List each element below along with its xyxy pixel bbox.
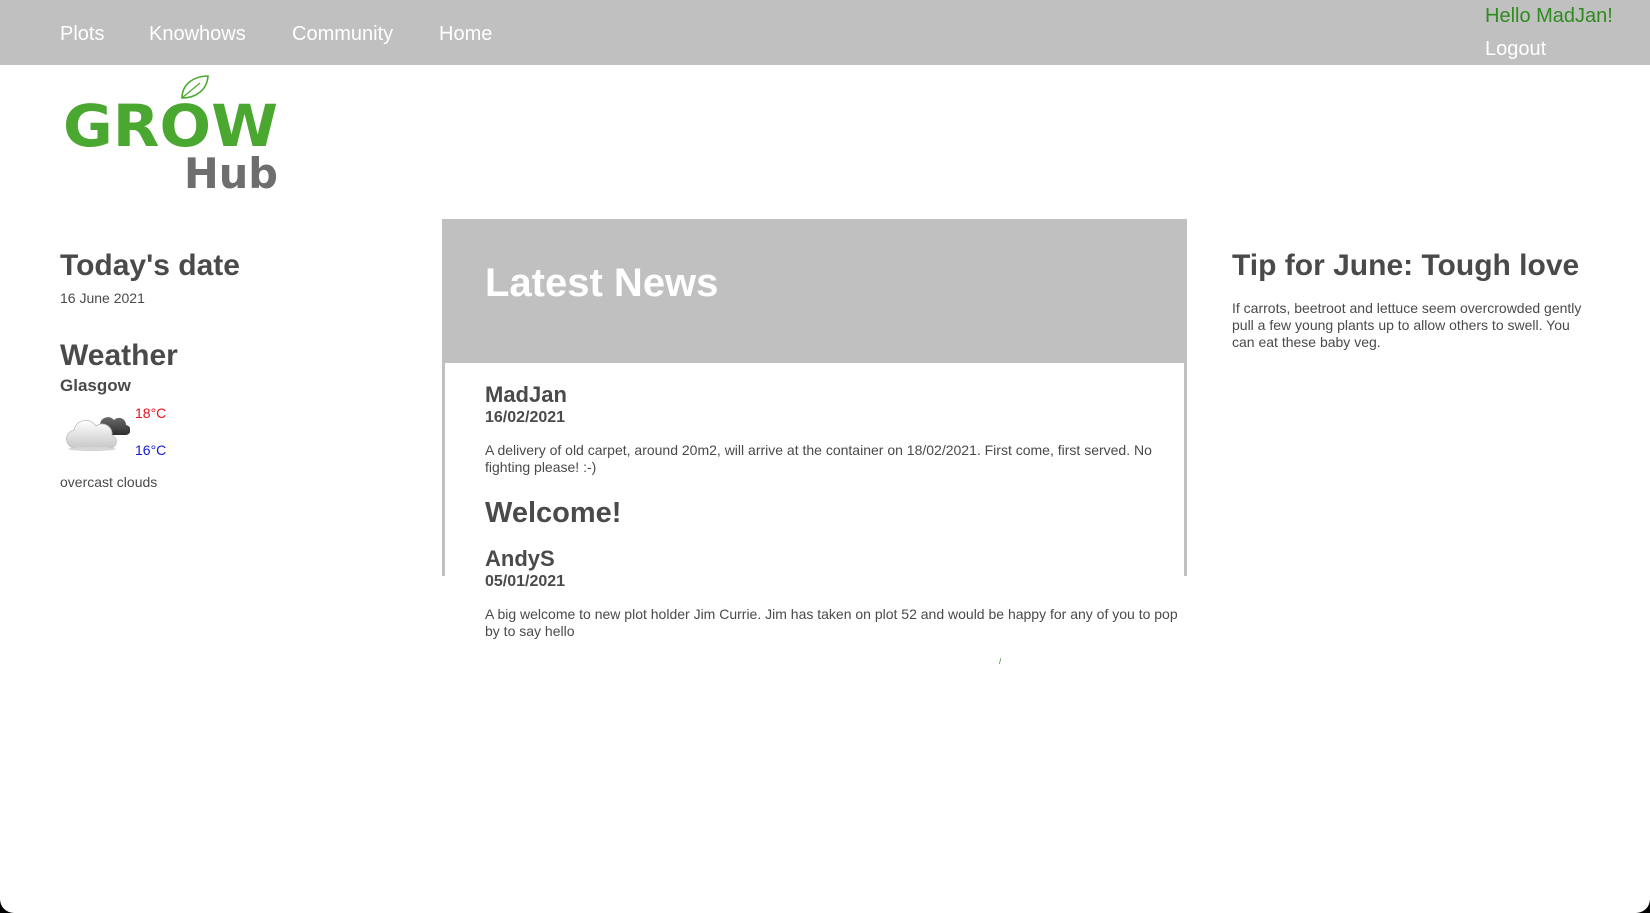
- sidebar: Today's date 16 June 2021 Weather Glasgo…: [60, 248, 390, 490]
- post-author: AndyS: [485, 546, 555, 571]
- post-text: A delivery of old carpet, around 20m2, w…: [485, 442, 1152, 475]
- date-heading: Today's date: [60, 249, 240, 282]
- nav-link-home[interactable]: Home: [439, 23, 492, 46]
- nav-link-plots[interactable]: Plots: [60, 23, 104, 46]
- weather-condition: overcast clouds: [60, 474, 158, 490]
- post-author: MadJan: [485, 382, 567, 407]
- post-heading: Welcome!: [485, 497, 622, 529]
- user-greeting: Hello MadJan!: [1485, 5, 1613, 27]
- temp-high: 18°C: [135, 405, 167, 421]
- temp-low: 16°C: [135, 442, 167, 458]
- news-feed: MadJan 16/02/2021 A delivery of old carp…: [485, 382, 1185, 640]
- news-title: Latest News: [485, 261, 719, 305]
- nav-link-community[interactable]: Community: [292, 23, 393, 46]
- top-nav-bar: Plots Knowhows Community Home Hello MadJ…: [0, 0, 1650, 65]
- tip-panel: Tip for June: Tough love If carrots, bee…: [1232, 248, 1602, 351]
- post-date: 16/02/2021: [485, 409, 566, 426]
- weather-heading: Weather: [60, 339, 178, 372]
- cloud-icon: [66, 417, 130, 451]
- logo-hub-text: Hub: [184, 149, 278, 197]
- tip-title: Tip for June: Tough love: [1232, 249, 1580, 282]
- post-text: A big welcome to new plot holder Jim Cur…: [485, 606, 1178, 639]
- news-post: AndyS 05/01/2021 A big welcome to new pl…: [485, 546, 1185, 640]
- stray-mark: /: [999, 657, 1002, 666]
- post-date: 05/01/2021: [485, 573, 566, 590]
- page: Plots Knowhows Community Home Hello MadJ…: [0, 0, 1650, 913]
- weather-widget: 18°C 16°C: [60, 402, 390, 472]
- weather-city: Glasgow: [60, 376, 131, 395]
- news-border: [442, 363, 445, 576]
- tip-text: If carrots, beetroot and lettuce seem ov…: [1232, 300, 1582, 350]
- date-value: 16 June 2021: [60, 290, 145, 306]
- grow-hub-logo[interactable]: GROW Hub: [60, 72, 290, 197]
- news-header: Latest News: [442, 219, 1187, 363]
- news-post: MadJan 16/02/2021 A delivery of old carp…: [485, 382, 1185, 476]
- logout-link[interactable]: Logout: [1485, 38, 1546, 61]
- nav-link-knowhows[interactable]: Knowhows: [149, 23, 246, 46]
